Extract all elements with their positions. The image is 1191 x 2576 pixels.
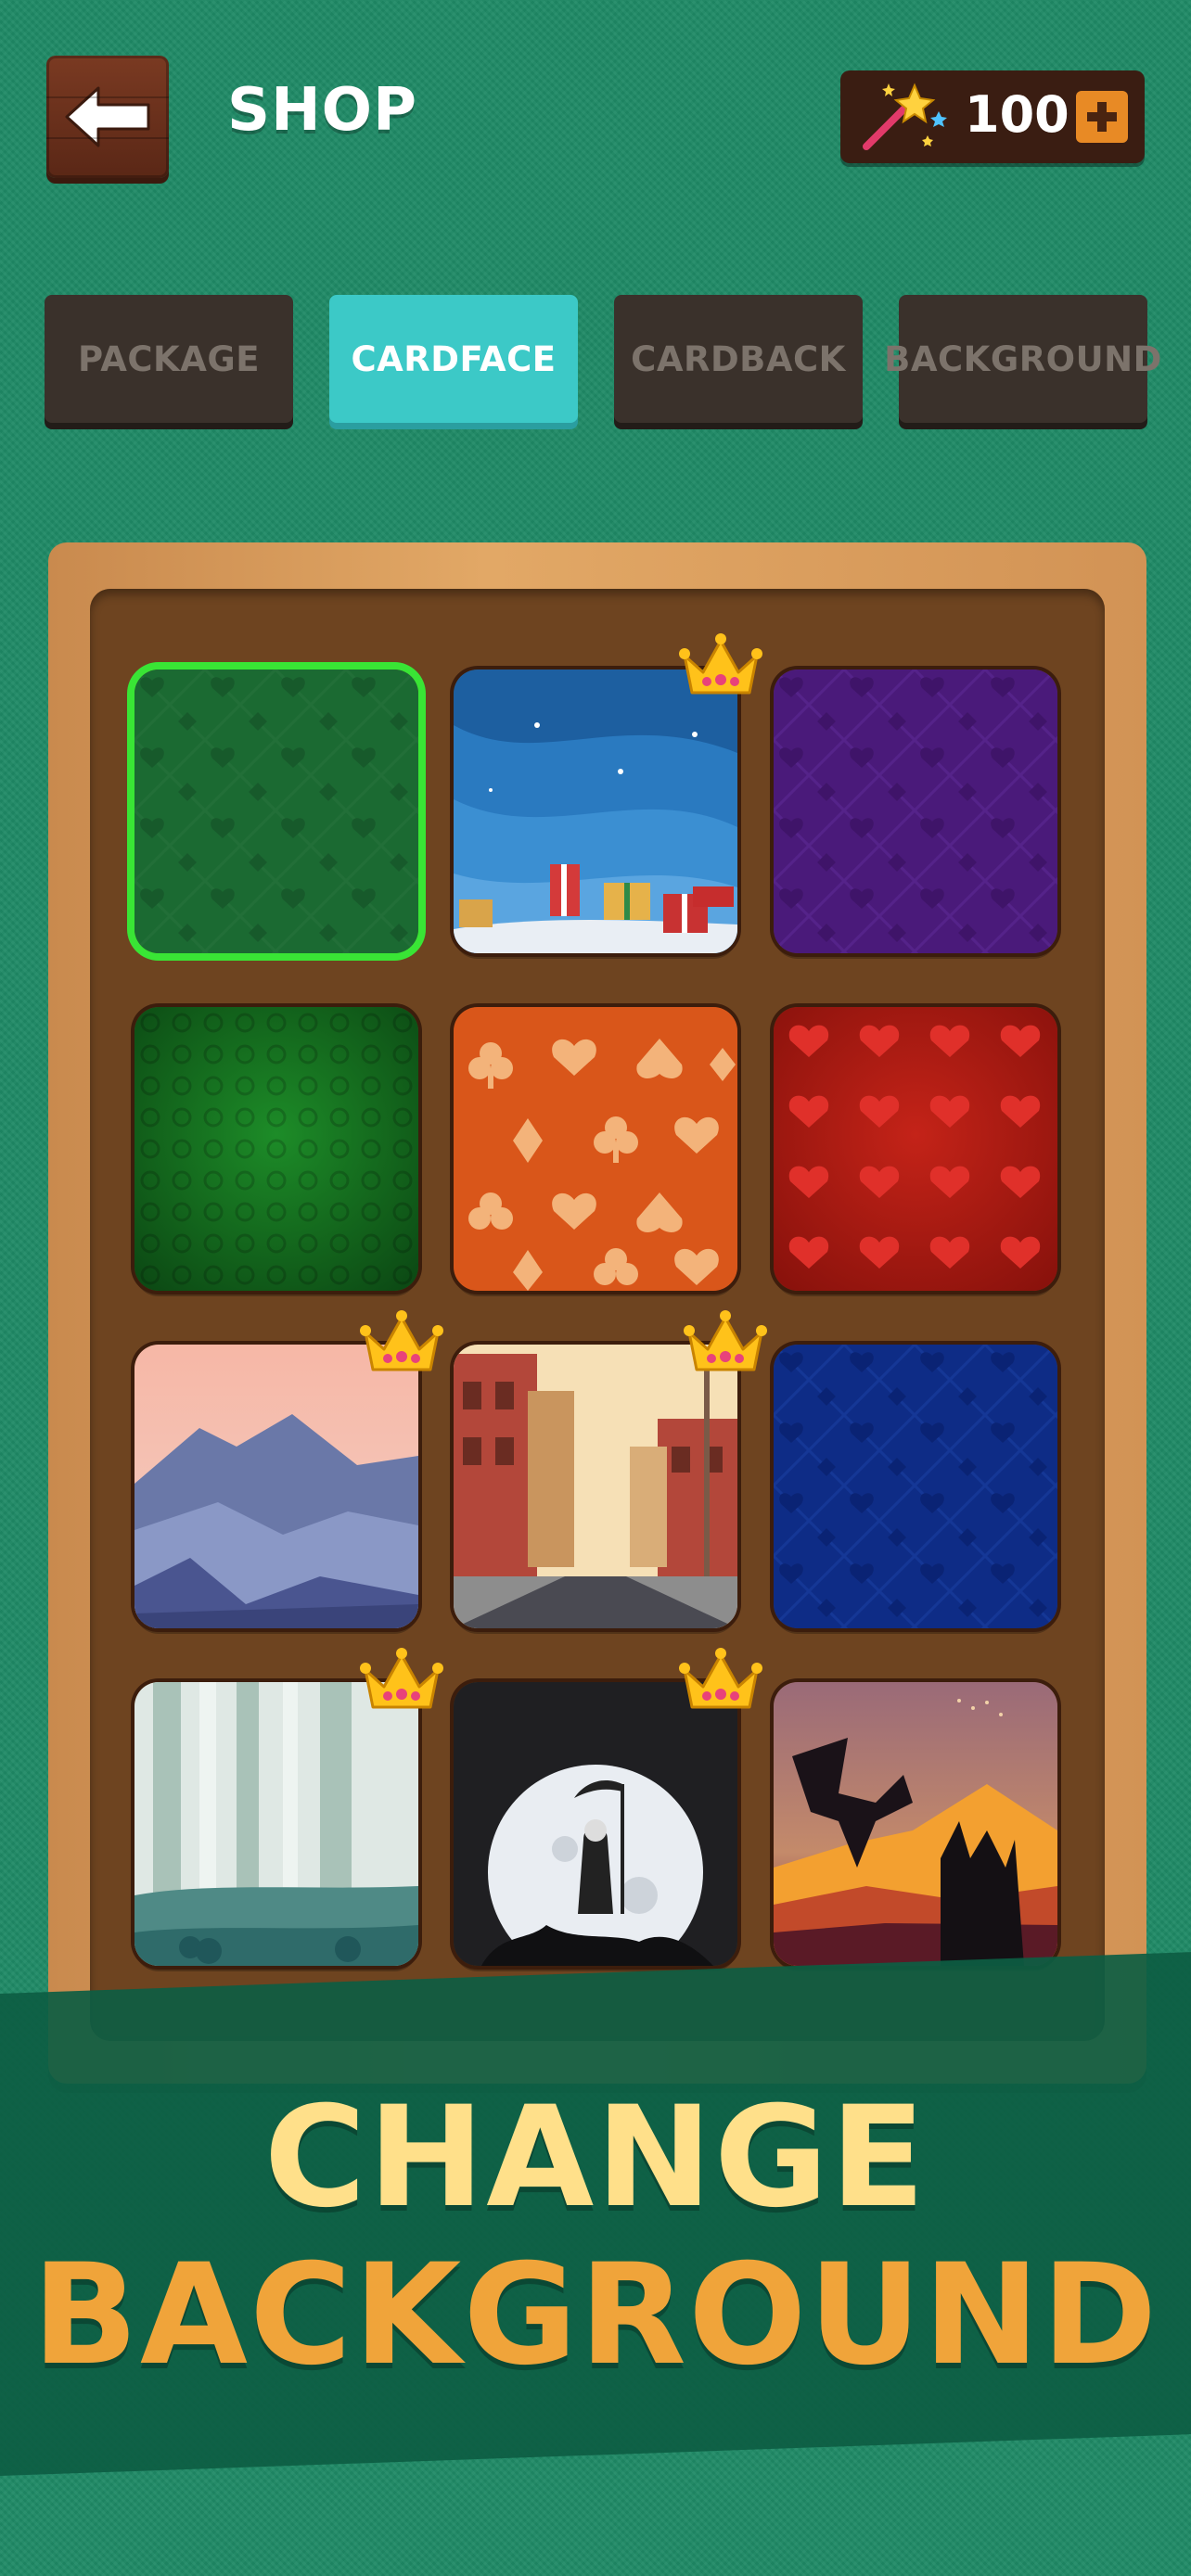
tab-background[interactable]: BACKGROUND xyxy=(884,295,1161,423)
item-board xyxy=(48,542,1146,2084)
crown-icon xyxy=(679,633,762,695)
crown-icon xyxy=(679,1648,762,1709)
coin-amount: 100 xyxy=(965,85,1069,144)
item-red-hearts[interactable] xyxy=(774,1007,1057,1291)
add-coins-button[interactable] xyxy=(1076,91,1128,143)
tab-cardback[interactable]: CARDBACK xyxy=(614,295,863,423)
item-dragon-sunset[interactable] xyxy=(774,1682,1057,1966)
arrow-left-icon xyxy=(65,86,150,147)
banner-line-2: BACKGROUND xyxy=(32,2235,1159,2396)
item-blue-suits-pattern[interactable] xyxy=(774,1345,1057,1628)
crown-icon xyxy=(360,1310,443,1371)
item-town-street[interactable] xyxy=(454,1345,737,1628)
tab-cardface[interactable]: CARDFACE xyxy=(329,295,578,423)
item-misty-forest[interactable] xyxy=(134,1682,418,1966)
item-winter-gifts[interactable] xyxy=(454,670,737,953)
back-button[interactable] xyxy=(46,56,169,178)
item-grid xyxy=(90,589,1105,2041)
tab-package[interactable]: PACKAGE xyxy=(45,295,293,423)
banner-line-1: CHANGE xyxy=(263,2077,928,2238)
item-green-suits-pattern[interactable] xyxy=(134,670,418,953)
coin-balance: 100 xyxy=(840,70,1145,163)
item-reaper-moon[interactable] xyxy=(454,1682,737,1966)
plus-icon xyxy=(1087,102,1117,132)
page-title: SHOP xyxy=(227,76,417,145)
crown-icon xyxy=(684,1310,767,1371)
item-green-damask[interactable] xyxy=(134,1007,418,1291)
crown-icon xyxy=(360,1648,443,1709)
item-purple-suits-pattern[interactable] xyxy=(774,670,1057,953)
item-orange-suits[interactable] xyxy=(454,1007,737,1291)
magic-wand-icon xyxy=(863,83,947,150)
item-pink-mountains[interactable] xyxy=(134,1345,418,1628)
